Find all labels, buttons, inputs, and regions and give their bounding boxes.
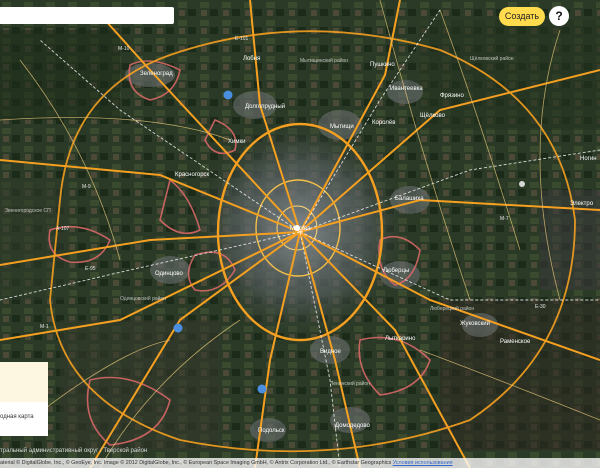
road-label: Е-95 [85, 266, 96, 272]
city-label: Долгопрудный [245, 103, 285, 110]
road-label: М-10 [118, 46, 130, 52]
create-button[interactable]: Создать [499, 7, 545, 26]
city-label: Королёв [372, 120, 395, 126]
city-label: Ногин [580, 156, 597, 162]
district-label: Звенигородское СП [5, 208, 51, 214]
layer-option-label: одная карта [0, 414, 34, 420]
city-label: Лыткарино [385, 336, 416, 342]
road-label: Е-30 [535, 304, 546, 310]
district-label: Ленинский район [330, 380, 370, 387]
city-label: Москва [290, 226, 311, 232]
city-label: Красногорск [175, 172, 210, 178]
help-button[interactable]: ? [549, 6, 569, 26]
attribution-bar: aterial © DigitalGlobe, Inc., © GeoEye, … [0, 458, 600, 468]
city-label: Лобня [243, 56, 260, 62]
district-label: Щёлковский район [470, 55, 514, 62]
search-input[interactable] [0, 7, 174, 24]
city-label: Балашиха [395, 196, 424, 202]
city-label: Домодедово [335, 423, 370, 429]
city-label: Ивантеевка [390, 86, 423, 92]
city-label: Люберцы [383, 268, 409, 274]
city-label: Раменское [500, 339, 531, 345]
district-label: Мытищинский район [300, 57, 348, 64]
city-label: Щёлково [420, 113, 446, 119]
satellite-map[interactable]: Зеленоград Лобня Пушкино Ивантеевка Фрязино Д… [0, 0, 600, 468]
city-label: Одинцово [155, 271, 184, 277]
city-label: Химки [228, 139, 245, 145]
city-label: Пушкино [370, 62, 395, 68]
road-label: М-9 [82, 184, 91, 190]
road-label: М-1 [40, 324, 49, 330]
city-label: Жуковский [460, 320, 490, 327]
location-breadcrumb: тральный административный округ / Тверск… [0, 448, 148, 454]
city-label: Электро [570, 201, 594, 207]
city-label: Мытищи [330, 124, 354, 130]
road-label: А-107 [56, 226, 70, 232]
city-label: Зеленоград [140, 71, 173, 77]
district-label: Люберецкий район [430, 305, 474, 312]
attribution-text: aterial © DigitalGlobe, Inc., © GeoEye, … [0, 460, 392, 466]
road-label: М-7 [500, 216, 509, 222]
city-label: Подольск [258, 428, 285, 434]
district-label: Одинцовский район [120, 295, 166, 302]
city-label: Фрязино [440, 93, 464, 99]
terms-link[interactable]: Условия использования [393, 460, 453, 466]
city-label: Видное [320, 349, 342, 355]
road-label: Е-101 [235, 36, 249, 42]
